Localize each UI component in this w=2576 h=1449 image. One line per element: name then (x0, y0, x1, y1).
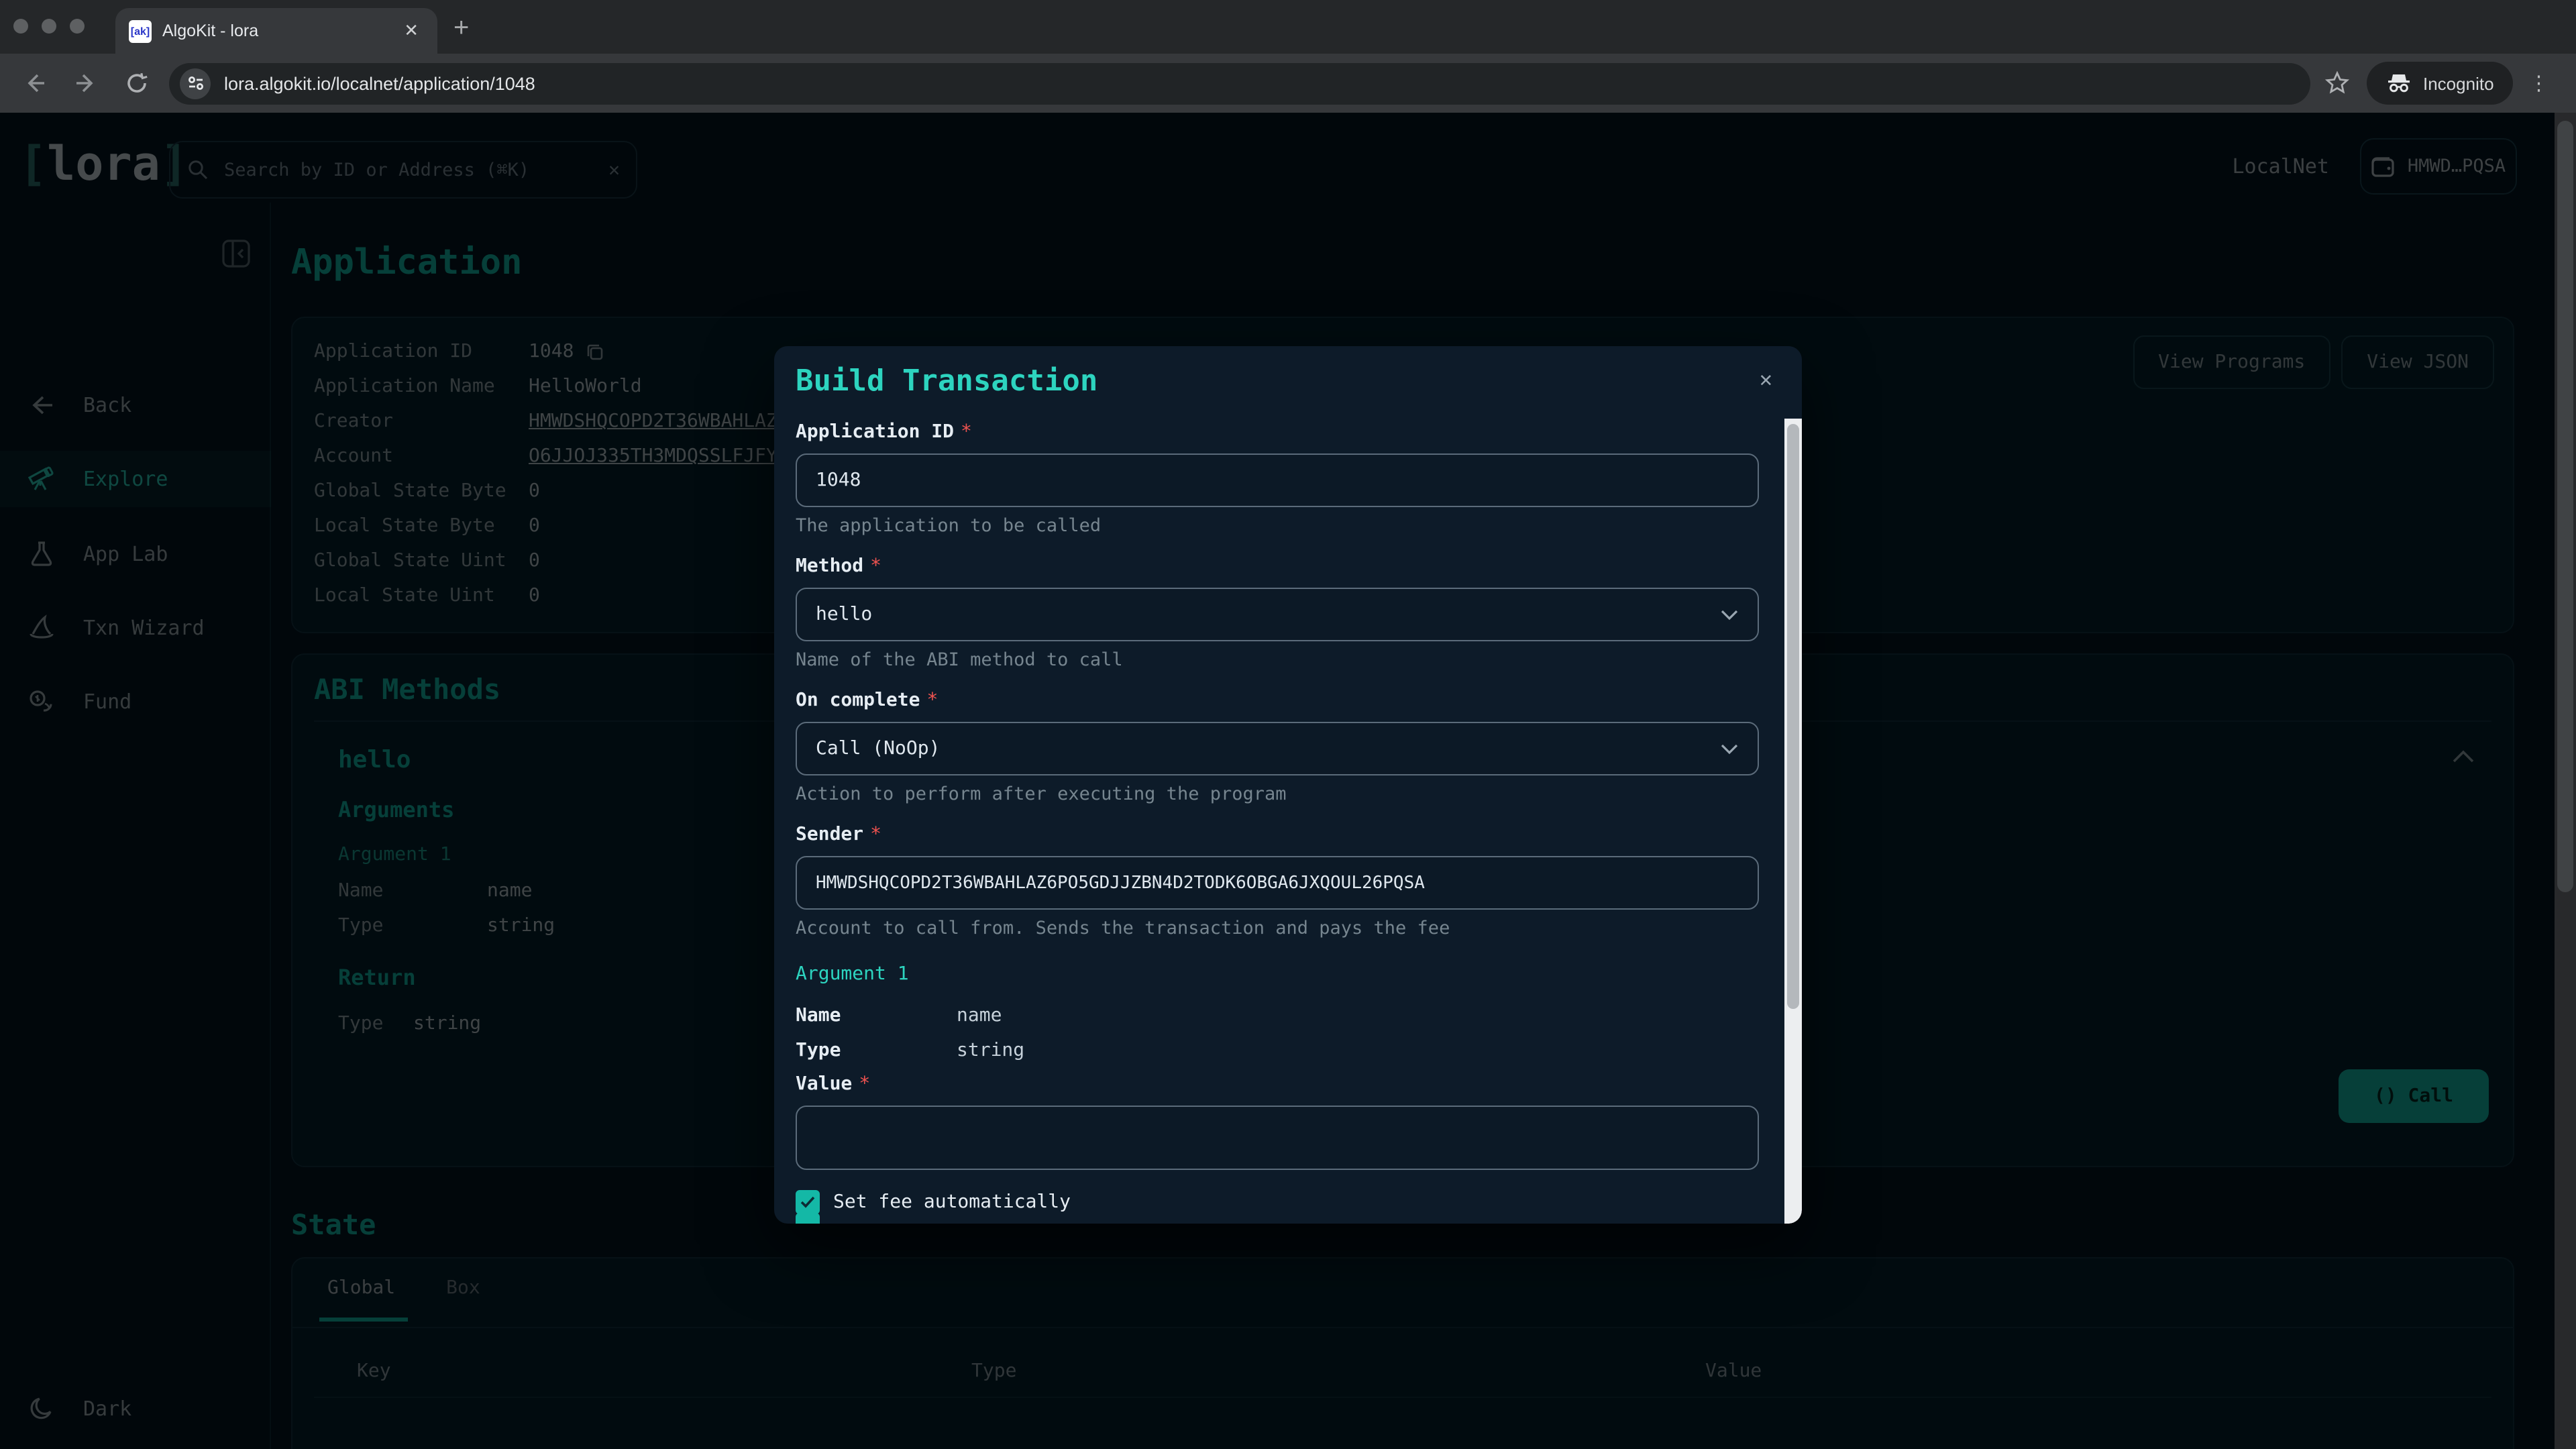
close-window-button[interactable] (13, 19, 28, 34)
chevron-down-icon (1720, 608, 1739, 621)
argument-name-row: Name name (796, 998, 1780, 1033)
screenshot-root: [ak] AlgoKit - lora ✕ + lora.algokit.io/… (0, 0, 2576, 1449)
dialog-scrollbar-thumb[interactable] (1787, 424, 1799, 1009)
application-id-field-wrap (796, 453, 1759, 507)
browser-tab-strip: [ak] AlgoKit - lora ✕ + (0, 0, 2576, 54)
application-id-helper: The application to be called (796, 515, 1780, 539)
sender-field-wrap (796, 856, 1759, 910)
incognito-badge: Incognito (2367, 62, 2513, 105)
browser-tab[interactable]: [ak] AlgoKit - lora ✕ (115, 8, 437, 54)
sender-label: Sender* (796, 824, 1780, 851)
new-tab-button[interactable]: + (453, 11, 469, 46)
browser-toolbar: lora.algokit.io/localnet/application/104… (0, 54, 2576, 113)
sender-input[interactable] (816, 873, 1739, 893)
url-text[interactable]: lora.algokit.io/localnet/application/104… (224, 73, 535, 93)
page-scrollbar[interactable] (2555, 113, 2576, 1449)
macos-traffic-lights[interactable] (13, 19, 85, 34)
forward-icon[interactable] (70, 67, 102, 99)
method-select[interactable]: hello (796, 588, 1759, 641)
clipped-checkbox[interactable] (796, 1213, 820, 1224)
incognito-label: Incognito (2423, 73, 2494, 93)
value-field-wrap (796, 1106, 1759, 1170)
on-complete-label: On complete* (796, 690, 1780, 716)
sender-helper: Account to call from. Sends the transact… (796, 918, 1780, 942)
browser-menu-icon[interactable]: ⋮ (2529, 71, 2549, 95)
minimize-window-button[interactable] (42, 19, 56, 34)
method-label: Method* (796, 555, 1780, 582)
value-input[interactable] (816, 1127, 1739, 1148)
set-fee-automatically-row: Set fee automatically (796, 1189, 1780, 1216)
site-info-icon[interactable] (180, 68, 211, 99)
zoom-window-button[interactable] (70, 19, 85, 34)
address-bar[interactable]: lora.algokit.io/localnet/application/104… (169, 62, 2310, 104)
back-icon[interactable] (19, 67, 51, 99)
value-label: Value* (796, 1073, 1780, 1100)
incognito-spy-icon (2385, 72, 2412, 94)
check-icon (800, 1195, 816, 1209)
argument-type-row: Type string (796, 1033, 1780, 1068)
reload-icon[interactable] (121, 67, 153, 99)
chevron-down-icon (1720, 743, 1739, 755)
app-viewport: [lora] ✕ LocalNet HMWD…PQSA Back (0, 113, 2576, 1449)
build-transaction-dialog: ✕ Build Transaction Application ID* The … (774, 346, 1802, 1224)
on-complete-select[interactable]: Call (NoOp) (796, 722, 1759, 775)
tab-title: AlgoKit - lora (162, 21, 398, 40)
application-id-input[interactable] (816, 470, 1739, 491)
on-complete-helper: Action to perform after executing the pr… (796, 784, 1780, 808)
tab-favicon: [ak] (129, 19, 152, 42)
argument1-heading: Argument 1 (796, 963, 1780, 990)
set-fee-checkbox[interactable] (796, 1190, 820, 1214)
page-scrollbar-thumb[interactable] (2557, 121, 2573, 892)
set-fee-label: Set fee automatically (833, 1191, 1071, 1213)
application-id-label: Application ID* (796, 421, 1780, 448)
dialog-title: Build Transaction (796, 365, 1780, 405)
method-helper: Name of the ABI method to call (796, 649, 1780, 674)
tab-close-icon[interactable]: ✕ (398, 17, 424, 44)
bookmark-star-icon[interactable] (2324, 70, 2351, 97)
dialog-scrollbar[interactable] (1784, 419, 1802, 1224)
